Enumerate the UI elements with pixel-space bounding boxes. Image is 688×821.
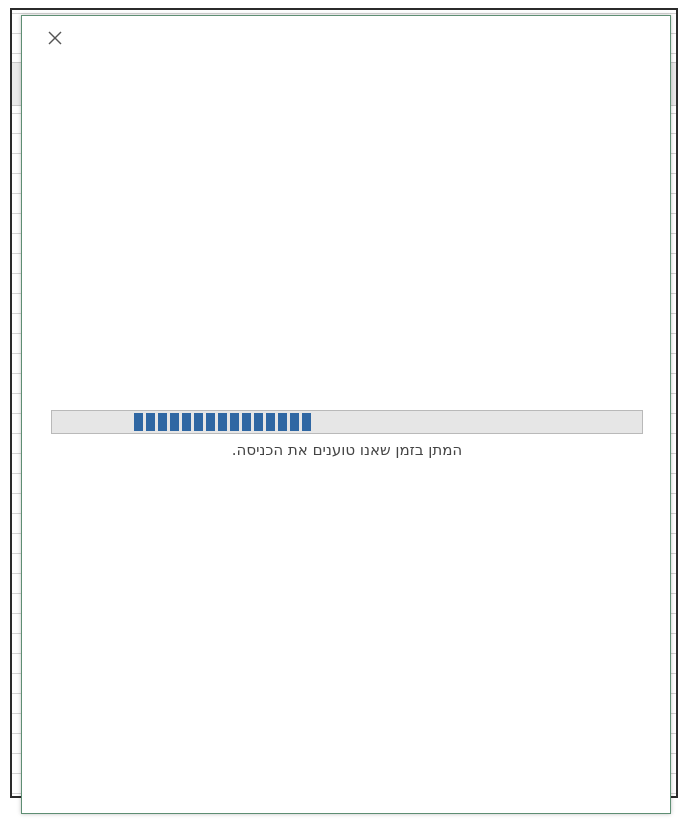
progress-block bbox=[290, 413, 299, 431]
progress-block bbox=[134, 413, 143, 431]
progress-block bbox=[242, 413, 251, 431]
progress-block bbox=[278, 413, 287, 431]
progress-block bbox=[218, 413, 227, 431]
progress-block bbox=[266, 413, 275, 431]
progress-block bbox=[158, 413, 167, 431]
progress-block bbox=[230, 413, 239, 431]
progress-block bbox=[146, 413, 155, 431]
status-message: המתן בזמן שאנו טוענים את הכניסה. bbox=[231, 441, 463, 459]
progress-block bbox=[194, 413, 203, 431]
screen: המתן בזמן שאנו טוענים את הכניסה. bbox=[0, 0, 688, 821]
progress-block bbox=[302, 413, 311, 431]
progress-block bbox=[170, 413, 179, 431]
progress-block bbox=[206, 413, 215, 431]
progress-block bbox=[254, 413, 263, 431]
progress-indicator bbox=[134, 413, 311, 433]
close-icon bbox=[47, 30, 63, 46]
loading-dialog: המתן בזמן שאנו טוענים את הכניסה. bbox=[21, 15, 671, 814]
progress-block bbox=[182, 413, 191, 431]
close-button[interactable] bbox=[42, 25, 68, 51]
progress-bar bbox=[51, 410, 643, 434]
